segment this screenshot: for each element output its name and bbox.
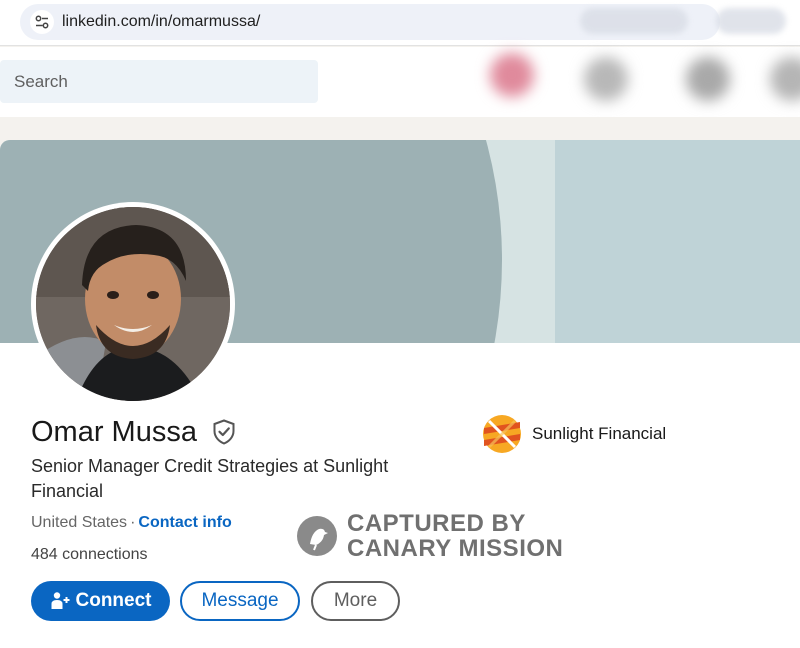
add-person-icon [51, 592, 69, 609]
location-text: United States [31, 514, 128, 531]
blurred-browser-controls [580, 8, 688, 34]
blurred-nav-item[interactable] [770, 57, 800, 101]
blurred-nav-item[interactable] [686, 57, 730, 101]
blurred-browser-profile [716, 8, 786, 34]
watermark-text: CAPTURED BY CANARY MISSION [347, 511, 563, 561]
profile-card: Omar Mussa Senior Manager Credit Strateg… [0, 140, 800, 648]
watermark-line1: CAPTURED BY [347, 510, 526, 537]
more-label: More [333, 590, 378, 611]
profile-location-row: United States · Contact info [31, 514, 232, 532]
more-button[interactable]: More [311, 581, 400, 621]
canary-bird-icon [297, 516, 337, 556]
watermark-line2: CANARY MISSION [347, 535, 564, 562]
profile-name: Omar Mussa [31, 416, 197, 448]
blurred-nav-item[interactable] [490, 53, 534, 97]
company-name: Sunlight Financial [532, 424, 667, 443]
search-placeholder: Search [14, 72, 68, 91]
avatar-photo [36, 207, 230, 401]
verified-shield-icon[interactable] [212, 419, 236, 445]
blurred-nav-item[interactable] [584, 57, 628, 101]
canary-mission-watermark: CAPTURED BY CANARY MISSION [296, 511, 563, 561]
browser-address-bar: linkedin.com/in/omarmussa/ [0, 0, 800, 46]
profile-headline: Senior Manager Credit Strategies at Sunl… [31, 456, 389, 501]
profile-avatar[interactable] [31, 202, 235, 406]
tune-icon[interactable] [30, 10, 54, 34]
sunlight-financial-logo [483, 415, 521, 453]
connect-label: Connect [75, 590, 152, 611]
current-company[interactable]: Sunlight Financial [481, 413, 666, 455]
contact-info-link[interactable]: Contact info [138, 514, 231, 531]
search-input[interactable]: Search [0, 60, 318, 103]
linkedin-navbar: Search [0, 47, 800, 117]
message-button[interactable]: Message [180, 581, 300, 621]
message-label: Message [201, 590, 279, 611]
separator-dot: · [130, 514, 136, 531]
url-text[interactable]: linkedin.com/in/omarmussa/ [62, 13, 260, 31]
connections-count[interactable]: 484 connections [31, 546, 148, 564]
connect-button[interactable]: Connect [31, 581, 170, 621]
